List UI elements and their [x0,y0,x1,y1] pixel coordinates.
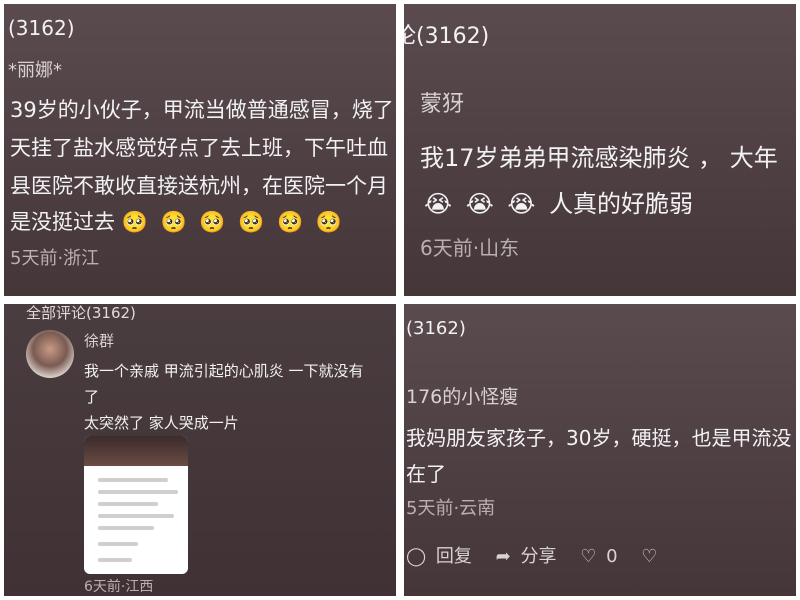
reply-label: 回复 [435,546,472,567]
comment-text-fragment: 人真的好脆弱 [549,190,694,218]
crying-face-icon: 😭 [507,190,536,218]
comment-text-line: 在了 [406,462,446,486]
comment-text-line: 是没挺过去 🥺 🥺 🥺 🥺 🥺 🥺 [10,206,348,236]
comment-actions: ◯ 回复 ➦ 分享 ♡ 0 ♡ [406,542,679,568]
comment-text-line: 我一个亲戚 甲流引起的心肌炎 一下就没有 [84,362,364,380]
pleading-face-icon: 🥺 [199,210,226,234]
comment-count: (3162) [8,16,75,40]
image-header-area [84,436,188,466]
comment-meta: 6天前·山东 [420,236,520,260]
comment-text-line: 了 [84,388,100,406]
pleading-face-icon: 🥺 [160,210,187,234]
pleading-face-icon: 🥺 [277,210,304,234]
comment-text-line: 😭 😭 😭 人真的好脆弱 [424,184,693,219]
comment-text-fragment: 是没挺过去 [10,210,115,234]
comment-username[interactable]: 176的小怪瘦 [406,382,518,409]
crying-face-icon: 😭 [465,190,494,218]
dislike-button[interactable]: ♡ [641,546,661,567]
comment-count: 论(3162) [404,24,490,49]
comment-meta: 6天前·江西 [84,579,154,595]
avatar[interactable] [26,330,74,378]
pleading-face-icon: 🥺 [121,210,148,234]
speech-bubble-icon: ◯ [406,546,427,567]
comment-username[interactable]: *丽娜* [8,56,62,82]
like-count: 0 [606,546,618,567]
comment-count: (3162) [406,318,466,339]
comment-username[interactable]: 蒙犽 [420,86,464,118]
image-text-placeholder [98,526,154,530]
image-text-placeholder [98,514,174,518]
comment-panel-1: (3162) *丽娜* 39岁的小伙子，甲流当做普通感冒，烧了 天挂了盐水感觉好… [4,4,396,296]
image-text-placeholder [98,502,158,506]
share-arrow-icon: ➦ [495,546,511,567]
comment-panel-2: 论(3162) 蒙犽 我17岁弟弟甲流感染肺炎 ， 大年 😭 😭 😭 人真的好脆… [404,4,796,296]
comment-text-line: 我17岁弟弟甲流感染肺炎 ， 大年 [420,144,778,172]
reply-button[interactable]: ◯ 回复 [406,542,472,568]
comment-panel-4: (3162) 176的小怪瘦 我妈朋友家孩子，30岁，硬挺，也是甲流没 在了 5… [404,304,796,596]
all-comments-header: 全部评论(3162) [26,304,136,322]
comment-meta: 5天前·浙江 [10,248,100,269]
comment-username[interactable]: 徐群 [84,330,114,351]
comment-meta: 5天前·云南 [406,498,496,519]
image-text-placeholder [98,558,132,562]
share-button[interactable]: ➦ 分享 [496,542,557,568]
comment-text-line: 县医院不敢收直接送杭州，在医院一个月 [10,174,388,198]
comment-text-line: 太突然了 家人哭成一片 [84,414,239,432]
comment-panel-3: 全部评论(3162) 徐群 我一个亲戚 甲流引起的心肌炎 一下就没有 了 太突然… [4,304,396,596]
image-text-placeholder [98,490,178,494]
attached-screenshot-image[interactable] [84,436,188,574]
broken-heart-icon: ♡ [641,546,658,567]
heart-icon: ♡ [580,546,597,567]
comment-text-line: 天挂了盐水感觉好点了去上班，下午吐血 [10,136,388,160]
comment-text-line: 我妈朋友家孩子，30岁，硬挺，也是甲流没 [406,426,792,450]
crying-face-icon: 😭 [424,190,453,218]
image-text-placeholder [98,542,138,546]
comment-text-line: 39岁的小伙子，甲流当做普通感冒，烧了 [10,98,394,122]
image-text-placeholder [98,478,168,482]
pleading-face-icon: 🥺 [238,210,265,234]
like-button[interactable]: ♡ 0 [580,546,617,567]
pleading-face-icon: 🥺 [315,210,343,234]
share-label: 分享 [520,546,557,567]
